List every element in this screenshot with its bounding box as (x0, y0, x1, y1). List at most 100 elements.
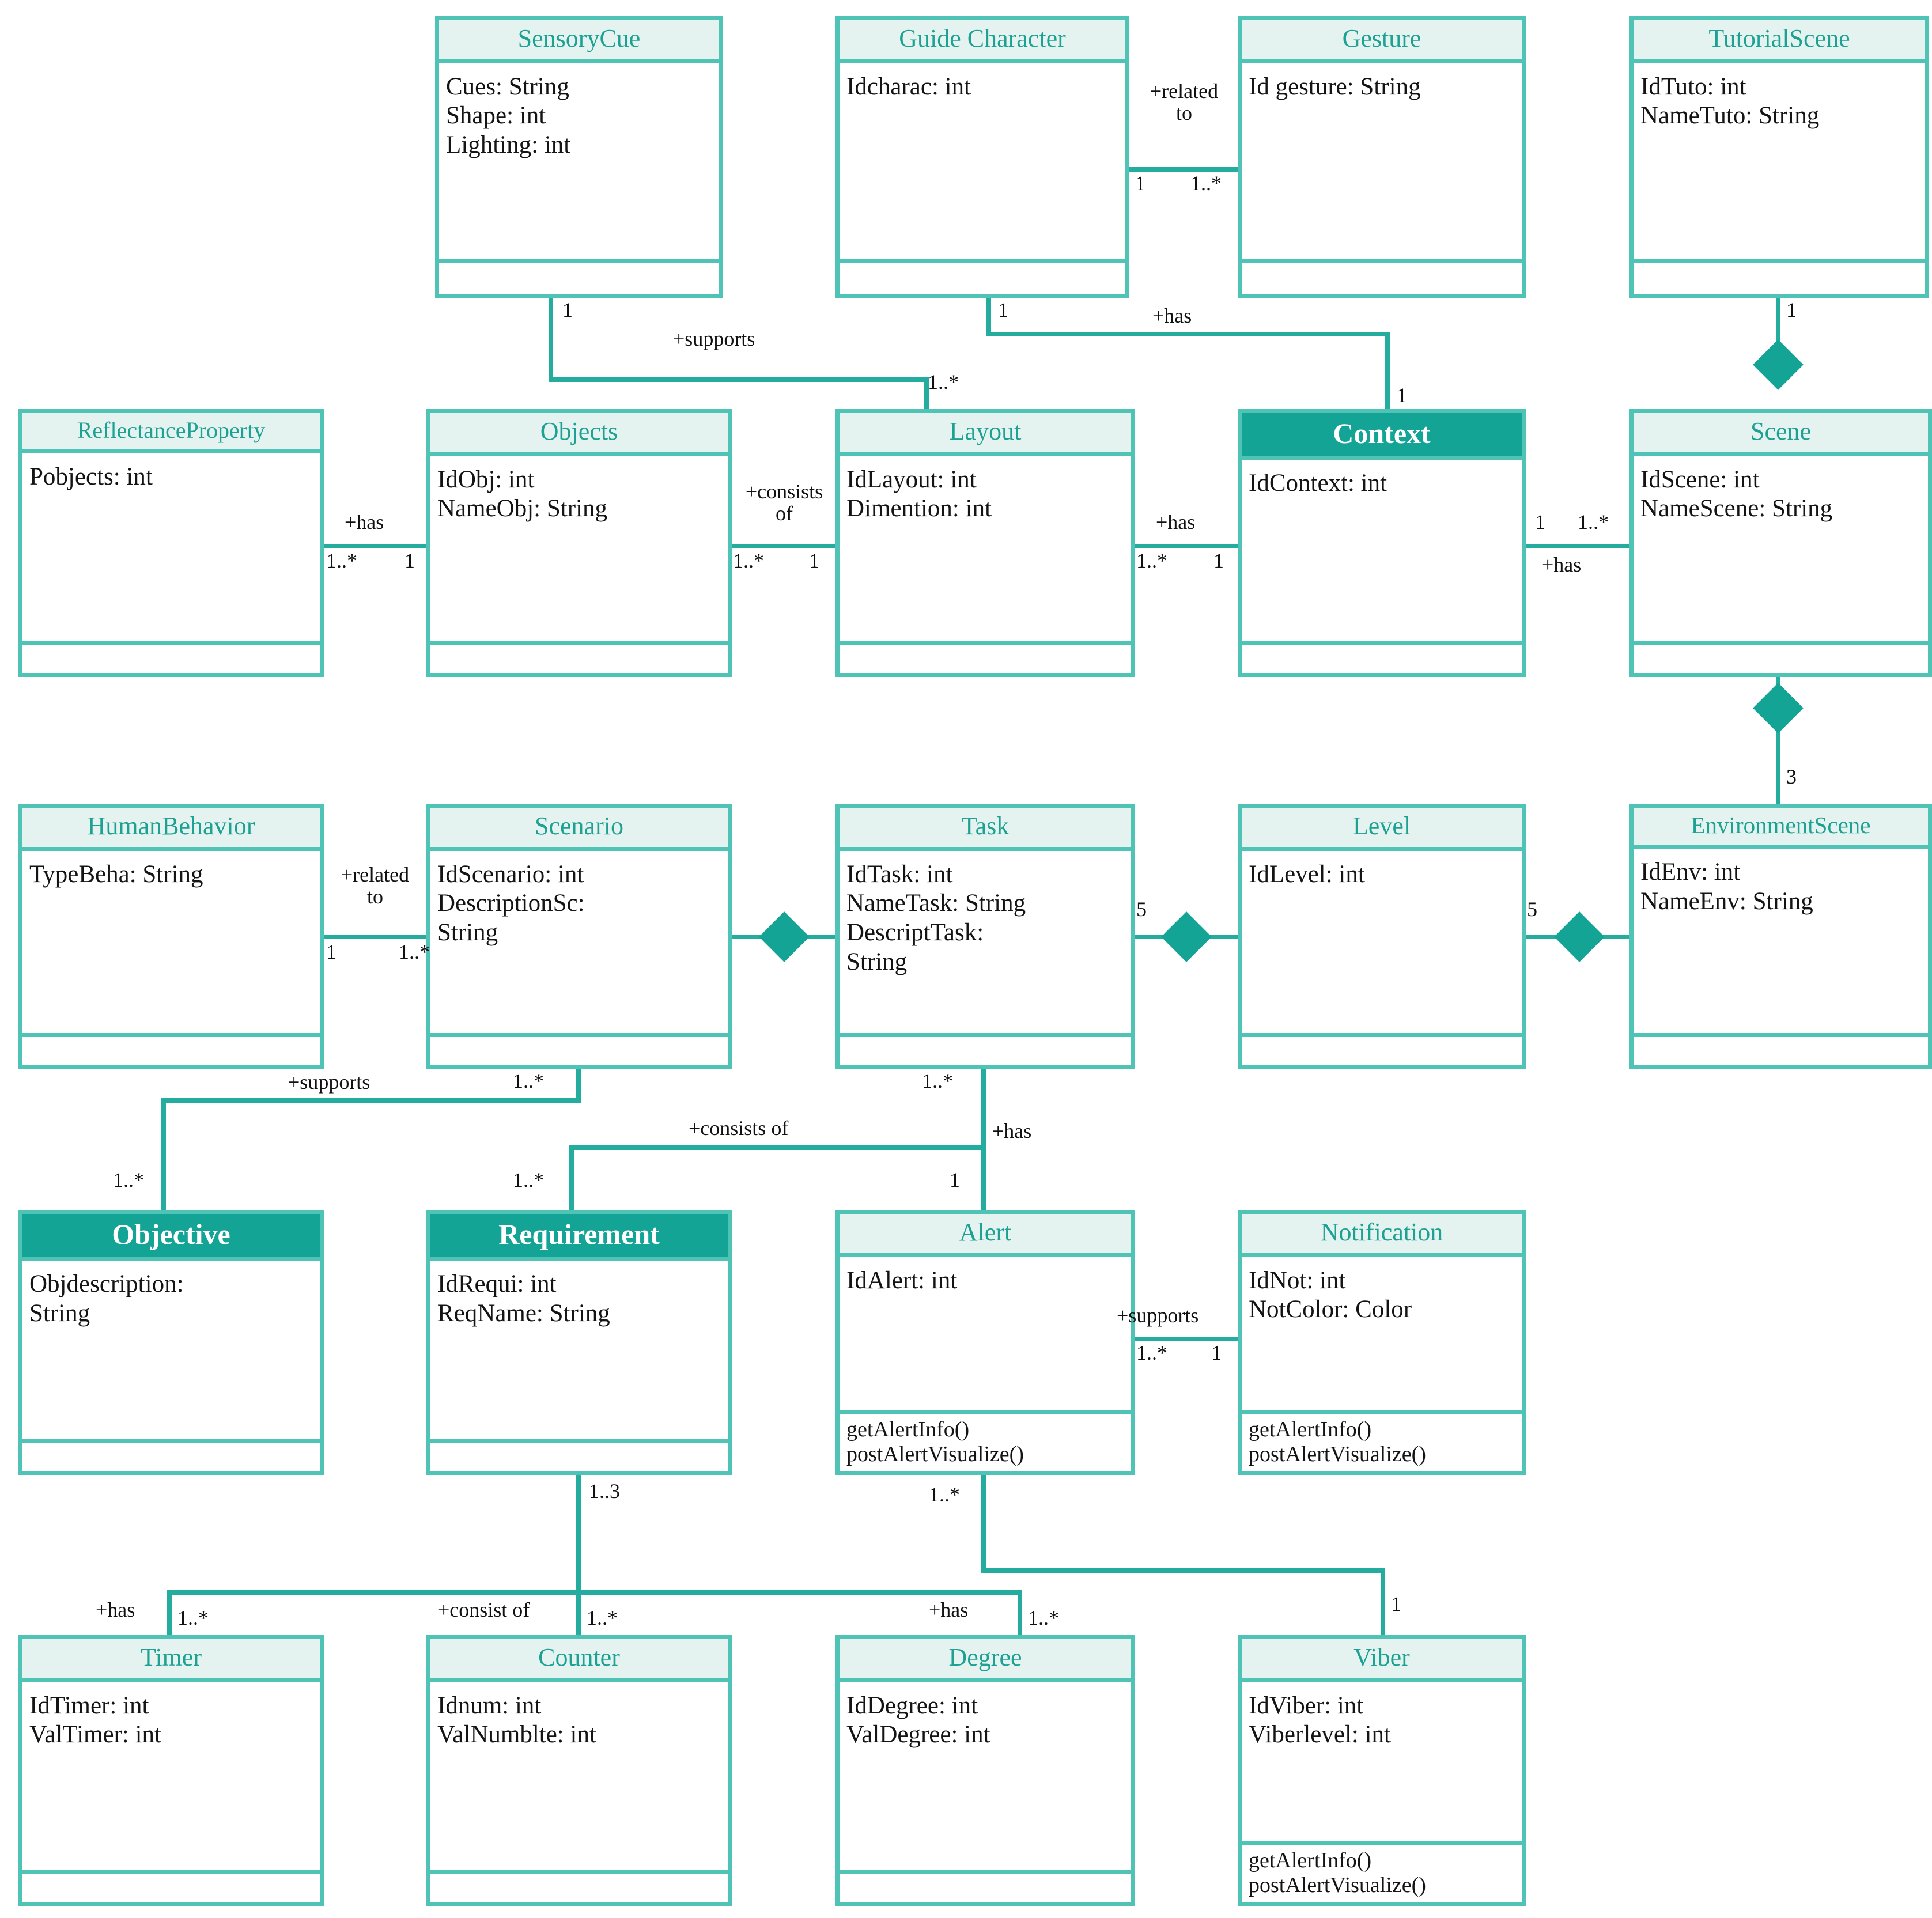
class-objects[interactable]: Objects IdObj: int NameObj: String (426, 409, 732, 677)
class-degree[interactable]: Degree IdDegree: int ValDegree: int (835, 1635, 1135, 1906)
mult-humanbeh-scenario-from: 1 (326, 940, 337, 963)
class-reflectanceproperty[interactable]: ReflectanceProperty Pobjects: int (18, 409, 324, 677)
class-operations (430, 1439, 728, 1471)
edge-alert-viber-v (1381, 1568, 1385, 1640)
class-attributes: IdLayout: int Dimention: int (840, 456, 1131, 641)
class-operations (22, 1033, 320, 1065)
mult-task-alert-to: 1 (950, 1168, 960, 1191)
composition-diamond-scenario-task (759, 911, 810, 962)
class-viber[interactable]: Viber IdViber: int Viberlevel: int getAl… (1238, 1635, 1526, 1906)
edge-label-line: +related (1150, 80, 1219, 103)
class-attributes: IdLevel: int (1242, 851, 1522, 1033)
class-operations: getAlertInfo() postAlertVisualize() (1242, 1840, 1522, 1902)
edge-humanbeh-scenario-h (320, 935, 430, 939)
class-layout[interactable]: Layout IdLayout: int Dimention: int (835, 409, 1135, 677)
attribute: String (846, 948, 908, 975)
class-sensorycue[interactable]: SensoryCue Cues: String Shape: int Light… (435, 16, 723, 298)
class-title: Alert (840, 1214, 1131, 1257)
composition-diamond-task-level (1161, 911, 1212, 962)
mult-scenario-objective-to: 1..* (113, 1168, 144, 1191)
class-title: EnvironmentScene (1634, 808, 1928, 849)
class-task[interactable]: Task IdTask: int NameTask: String Descri… (835, 804, 1135, 1069)
edge-context-scene-h (1522, 544, 1633, 548)
class-humanbehavior[interactable]: HumanBehavior TypeBeha: String (18, 804, 324, 1069)
class-operations (840, 1870, 1131, 1902)
class-attributes: TypeBeha: String (22, 851, 320, 1033)
mult-reflectance-objects-to: 1 (404, 549, 415, 572)
attribute: IdContext: int (1249, 470, 1387, 497)
class-notification[interactable]: Notification IdNot: int NotColor: Color … (1238, 1210, 1526, 1475)
mult-task-level: 5 (1136, 898, 1147, 921)
class-operations (22, 641, 320, 673)
class-requirement[interactable]: Requirement IdRequi: int ReqName: String (426, 1210, 732, 1475)
edge-task-requirement-v1 (981, 1067, 986, 1150)
edge-requirement-down-v (576, 1471, 581, 1595)
class-attributes: Id gesture: String (1242, 63, 1522, 259)
attribute: IdTuto: int (1640, 73, 1746, 100)
mult-layout-context-from: 1..* (1136, 549, 1167, 572)
class-environmentscene[interactable]: EnvironmentScene IdEnv: int NameEnv: Str… (1629, 804, 1932, 1069)
class-attributes: IdEnv: int NameEnv: String (1634, 849, 1928, 1033)
mult-requirement-down: 1..3 (589, 1480, 620, 1503)
class-guide-character[interactable]: Guide Character Idcharac: int (835, 16, 1129, 298)
class-operations (840, 259, 1125, 294)
attribute: String (29, 1299, 90, 1327)
class-scenario[interactable]: Scenario IdScenario: int DescriptionSc: … (426, 804, 732, 1069)
mult-alert-notification-from: 1..* (1136, 1341, 1167, 1364)
edge-label-line: to (1175, 101, 1192, 124)
class-operations (22, 1439, 320, 1471)
class-timer[interactable]: Timer IdTimer: int ValTimer: int (18, 1635, 324, 1906)
class-objective[interactable]: Objective Objdescription: String (18, 1210, 324, 1475)
class-title: Scenario (430, 808, 728, 851)
class-title: Context (1242, 413, 1522, 460)
class-context[interactable]: Context IdContext: int (1238, 409, 1526, 677)
class-attributes: Cues: String Shape: int Lighting: int (439, 63, 719, 259)
class-attributes: IdTuto: int NameTuto: String (1634, 63, 1925, 259)
class-operations (1634, 1033, 1928, 1065)
edge-sensorycue-layout-v1 (549, 298, 553, 382)
attribute: Shape: int (446, 102, 546, 130)
uml-class-diagram: SensoryCue Cues: String Shape: int Light… (0, 0, 1932, 1918)
class-title: SensoryCue (439, 20, 719, 63)
class-tutorialscene[interactable]: TutorialScene IdTuto: int NameTuto: Stri… (1629, 16, 1929, 298)
class-gesture[interactable]: Gesture Id gesture: String (1238, 16, 1526, 298)
attribute: ValNumblte: int (437, 1721, 596, 1749)
attribute: ValTimer: int (29, 1721, 161, 1749)
attribute: IdObj: int (437, 466, 535, 493)
attribute: NameTask: String (846, 890, 1026, 917)
composition-diamond-scene-envscene (1753, 683, 1804, 733)
class-operations: getAlertInfo() postAlertVisualize() (1242, 1409, 1522, 1471)
class-counter[interactable]: Counter Idnum: int ValNumblte: int (426, 1635, 732, 1906)
class-attributes: Objdescription: String (22, 1261, 320, 1439)
class-title: HumanBehavior (22, 808, 320, 851)
attribute: IdAlert: int (846, 1266, 958, 1294)
attribute: IdNot: int (1249, 1266, 1346, 1294)
class-attributes: IdNot: int NotColor: Color (1242, 1257, 1522, 1410)
class-attributes: IdAlert: int (840, 1257, 1131, 1410)
attribute: TypeBeha: String (29, 860, 203, 888)
edge-label-supports-2: +supports (288, 1070, 370, 1094)
mult-tutorial-scene-from: 1 (1786, 298, 1797, 321)
edge-sensorycue-layout-h (549, 377, 929, 382)
class-level[interactable]: Level IdLevel: int (1238, 804, 1526, 1069)
edge-label-related-to-2: +related to (323, 864, 428, 908)
class-title: Gesture (1242, 20, 1522, 63)
class-attributes: IdScenario: int DescriptionSc: String (430, 851, 728, 1033)
class-scene[interactable]: Scene IdScene: int NameScene: String (1629, 409, 1932, 677)
mult-requirement-counter-to: 1..* (587, 1606, 618, 1629)
edge-label-consist-of: +consist of (438, 1598, 530, 1621)
mult-guidechar-gesture-from: 1 (1135, 172, 1145, 195)
attribute: IdScene: int (1640, 466, 1760, 493)
class-alert[interactable]: Alert IdAlert: int getAlertInfo() postAl… (835, 1210, 1135, 1475)
attribute: IdViber: int (1249, 1692, 1364, 1719)
class-operations (840, 641, 1131, 673)
class-operations (840, 1033, 1131, 1065)
operation: postAlertVisualize() (1249, 1873, 1426, 1898)
operation: getAlertInfo() (1249, 1417, 1372, 1442)
class-attributes: IdDegree: int ValDegree: int (840, 1682, 1131, 1870)
attribute: Idcharac: int (846, 73, 971, 100)
edge-label-has-4: +has (1542, 553, 1582, 576)
attribute: NameObj: String (437, 495, 607, 523)
class-operations (1242, 259, 1522, 294)
class-attributes: IdObj: int NameObj: String (430, 456, 728, 641)
